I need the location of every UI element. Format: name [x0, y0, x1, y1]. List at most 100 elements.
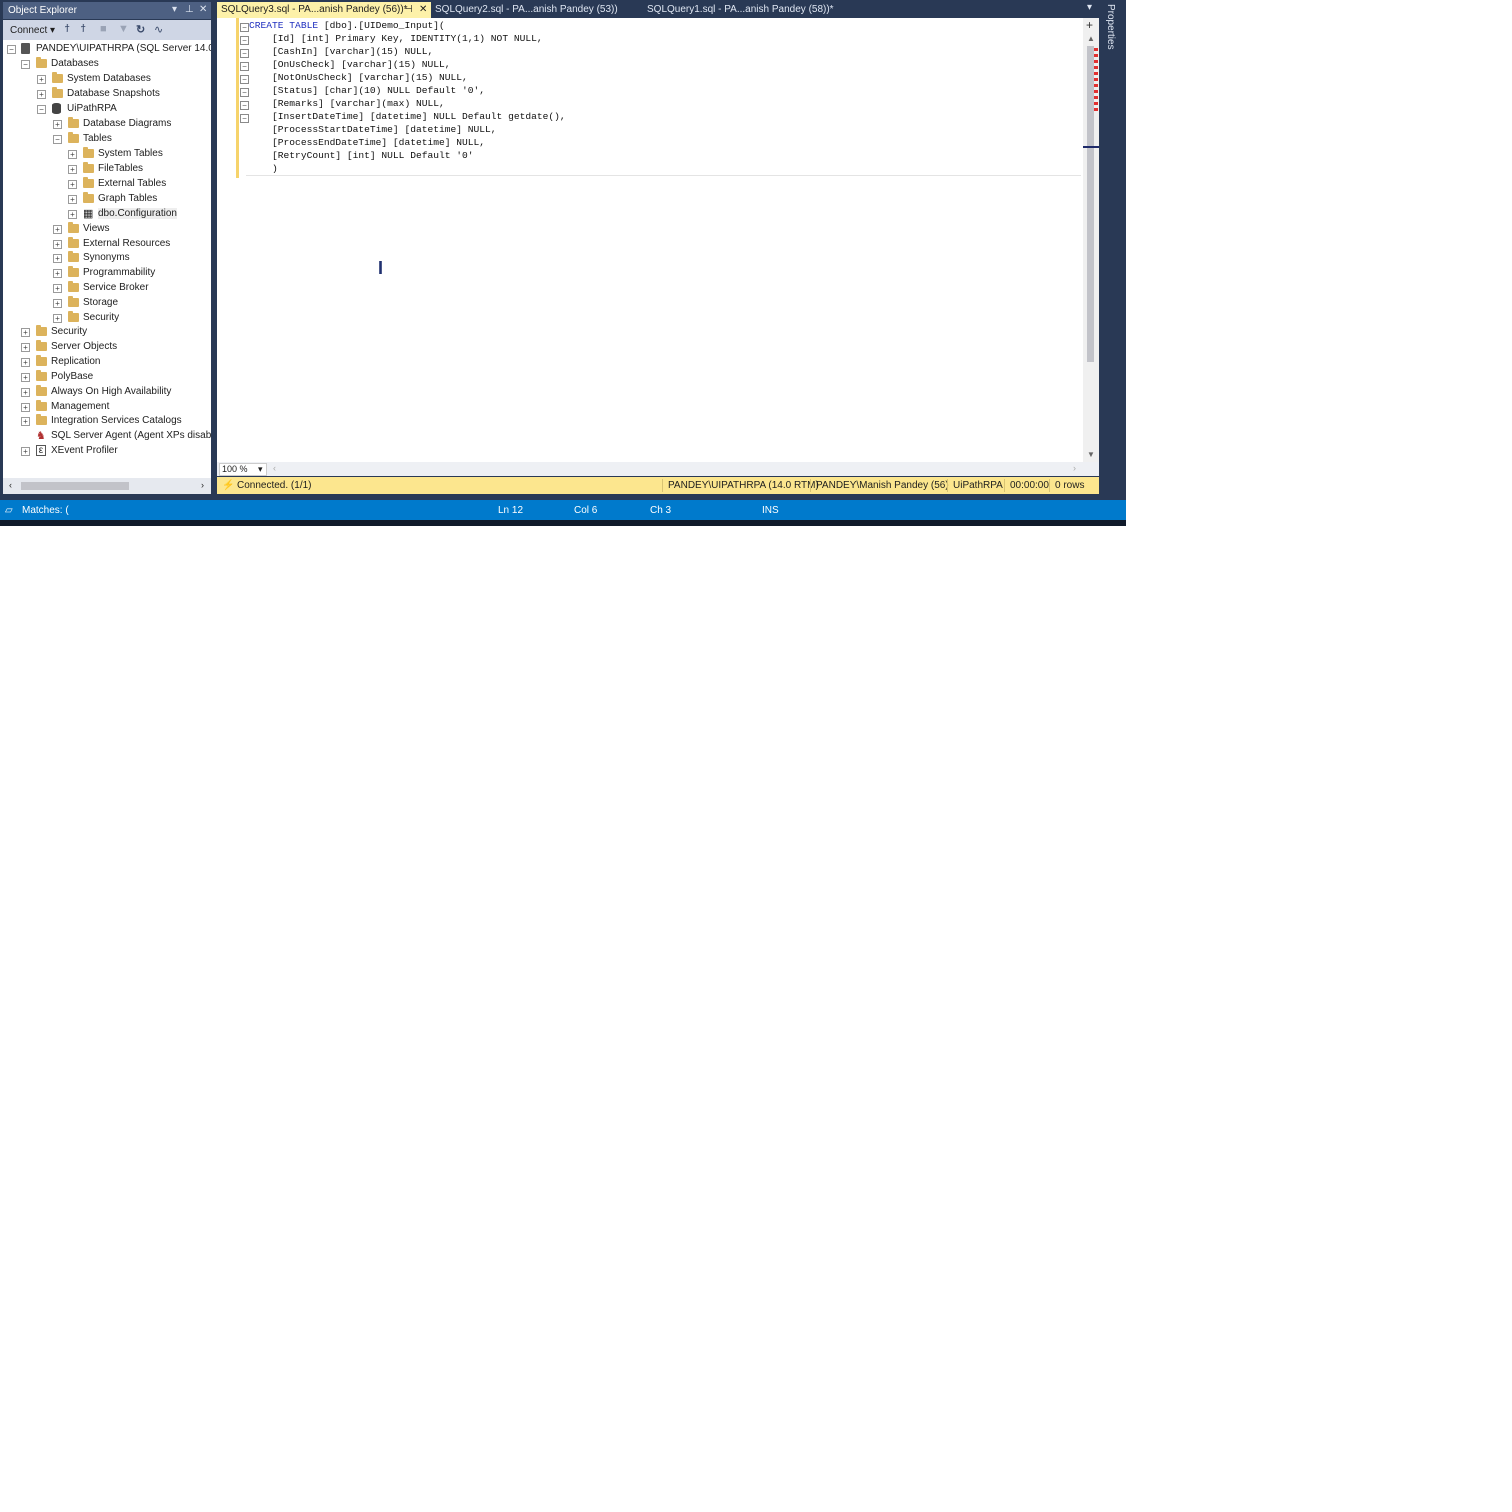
connected-icon: ⚡: [222, 480, 235, 491]
scrollbar-thumb[interactable]: [21, 482, 129, 490]
object-explorer-toolbar: Connect ▾ ϯ ϯ ■ ▼ ↻ ∿: [3, 20, 211, 40]
insert-mode: INS: [762, 505, 779, 516]
expand-icon[interactable]: +: [53, 240, 62, 249]
expand-icon[interactable]: +: [68, 165, 77, 174]
scroll-left-icon[interactable]: ‹: [9, 480, 12, 490]
folder-icon: [36, 355, 47, 366]
scroll-down-icon[interactable]: ▼: [1087, 450, 1095, 459]
chevron-down-icon: ▾: [258, 464, 263, 474]
collapse-icon[interactable]: −: [37, 105, 46, 114]
folder-icon: [36, 385, 47, 396]
folder-icon: [36, 325, 47, 336]
text-cursor-icon: I: [378, 258, 384, 278]
expand-icon[interactable]: +: [21, 403, 30, 412]
expand-icon[interactable]: +: [53, 284, 62, 293]
change-indicator: [236, 18, 239, 178]
folder-icon: [36, 414, 47, 425]
outline-collapse-icon[interactable]: −: [240, 101, 249, 110]
expand-icon[interactable]: +: [68, 150, 77, 159]
folder-icon: [83, 192, 94, 203]
expand-icon[interactable]: +: [68, 180, 77, 189]
server-name: PANDEY\UIPATHRPA (14.0 RTM): [668, 480, 819, 491]
folder-icon: [83, 162, 94, 173]
folder-icon: [68, 281, 79, 292]
folder-icon: [68, 296, 79, 307]
scroll-right-icon[interactable]: ›: [1073, 463, 1076, 473]
tab-sqlquery2[interactable]: SQLQuery2.sql - PA...anish Pandey (53)): [435, 2, 640, 18]
outline-collapse-icon[interactable]: −: [240, 49, 249, 58]
char-number: Ch 3: [650, 505, 672, 516]
dropdown-icon[interactable]: ▾: [172, 4, 177, 15]
expand-icon[interactable]: +: [53, 225, 62, 234]
expand-icon[interactable]: +: [21, 358, 30, 367]
expand-icon[interactable]: +: [53, 299, 62, 308]
expand-icon[interactable]: +: [21, 417, 30, 426]
close-icon[interactable]: ✕: [199, 4, 207, 15]
connection-status: Connected. (1/1): [237, 480, 312, 491]
pin-icon[interactable]: ⊣: [404, 2, 413, 18]
scrollbar-thumb[interactable]: [1087, 46, 1094, 362]
outline-collapse-icon[interactable]: −: [240, 62, 249, 71]
tab-overflow-icon[interactable]: ▾: [1087, 0, 1092, 16]
zoom-dropdown[interactable]: 100 % ▾: [219, 463, 267, 476]
expand-icon[interactable]: +: [21, 447, 30, 456]
code-line: CREATE TABLE [dbo].[UIDemo_Input](: [249, 20, 445, 31]
server-icon: [21, 43, 30, 54]
split-icon[interactable]: +: [1086, 18, 1093, 32]
zoom-bar: 100 % ▾ ‹ ›: [217, 462, 1099, 476]
code-line: [OnUsCheck] [varchar](15) NULL,: [249, 59, 451, 70]
outline-collapse-icon[interactable]: −: [240, 75, 249, 84]
output-icon: ▱: [5, 505, 13, 516]
expand-icon[interactable]: +: [68, 210, 77, 219]
outline-collapse-icon[interactable]: −: [240, 88, 249, 97]
expand-icon[interactable]: +: [53, 269, 62, 278]
collapse-icon[interactable]: −: [7, 45, 16, 54]
tab-sqlquery3[interactable]: SQLQuery3.sql - PA...anish Pandey (56))*…: [217, 2, 431, 18]
folder-icon: [68, 266, 79, 277]
expand-icon[interactable]: +: [21, 343, 30, 352]
editor-vertical-scrollbar[interactable]: + ▲ ▼: [1083, 18, 1099, 462]
outline-collapse-icon[interactable]: −: [240, 36, 249, 45]
tree-horizontal-scrollbar[interactable]: ‹ ›: [3, 478, 211, 494]
tab-sqlquery1[interactable]: SQLQuery1.sql - PA...anish Pandey (58))*: [647, 2, 859, 18]
collapse-icon[interactable]: −: [53, 135, 62, 144]
column-number: Col 6: [574, 505, 598, 516]
expand-icon[interactable]: +: [53, 314, 62, 323]
expand-icon[interactable]: +: [37, 90, 46, 99]
scroll-up-icon[interactable]: ▲: [1087, 34, 1095, 43]
current-line-highlight: [246, 175, 1081, 176]
database-icon: [52, 103, 61, 114]
expand-icon[interactable]: +: [53, 254, 62, 263]
stop-icon[interactable]: ■: [100, 23, 107, 35]
expand-icon[interactable]: +: [53, 120, 62, 129]
expand-icon[interactable]: +: [37, 75, 46, 84]
expand-icon[interactable]: +: [21, 328, 30, 337]
error-markers: [1094, 48, 1098, 112]
pin-icon[interactable]: ⊥: [185, 4, 194, 15]
scroll-right-icon[interactable]: ›: [201, 480, 204, 490]
scroll-left-icon[interactable]: ‹: [273, 463, 276, 473]
refresh-icon[interactable]: ↻: [136, 23, 145, 36]
status-bar: ▱ Matches: ( Ln 12 Col 6 Ch 3 INS: [0, 500, 1126, 520]
expand-icon[interactable]: +: [21, 388, 30, 397]
code-line: [ProcessStartDateTime] [datetime] NULL,: [249, 124, 497, 135]
folder-icon: [68, 117, 79, 128]
folder-icon: [83, 147, 94, 158]
disconnect-icon[interactable]: ϯ: [81, 23, 86, 35]
expand-icon[interactable]: +: [21, 373, 30, 382]
collapse-icon[interactable]: −: [21, 60, 30, 69]
properties-panel-tab[interactable]: Properties: [1101, 0, 1126, 496]
code-line: ): [249, 163, 278, 174]
filter-icon[interactable]: ▼: [118, 23, 129, 35]
expand-icon[interactable]: +: [68, 195, 77, 204]
outline-collapse-icon[interactable]: −: [240, 114, 249, 123]
activity-monitor-icon[interactable]: ∿: [154, 23, 163, 36]
folder-icon: [68, 132, 79, 143]
close-tab-icon[interactable]: ✕: [419, 2, 427, 18]
connect-button[interactable]: Connect ▾: [10, 25, 55, 36]
row-count: 0 rows: [1055, 480, 1085, 491]
code-line: [Remarks] [varchar](max) NULL,: [249, 98, 445, 109]
outline-collapse-icon[interactable]: −: [240, 23, 249, 32]
code-line: [Status] [char](10) NULL Default '0',: [249, 85, 486, 96]
plug-icon[interactable]: ϯ: [65, 23, 70, 35]
